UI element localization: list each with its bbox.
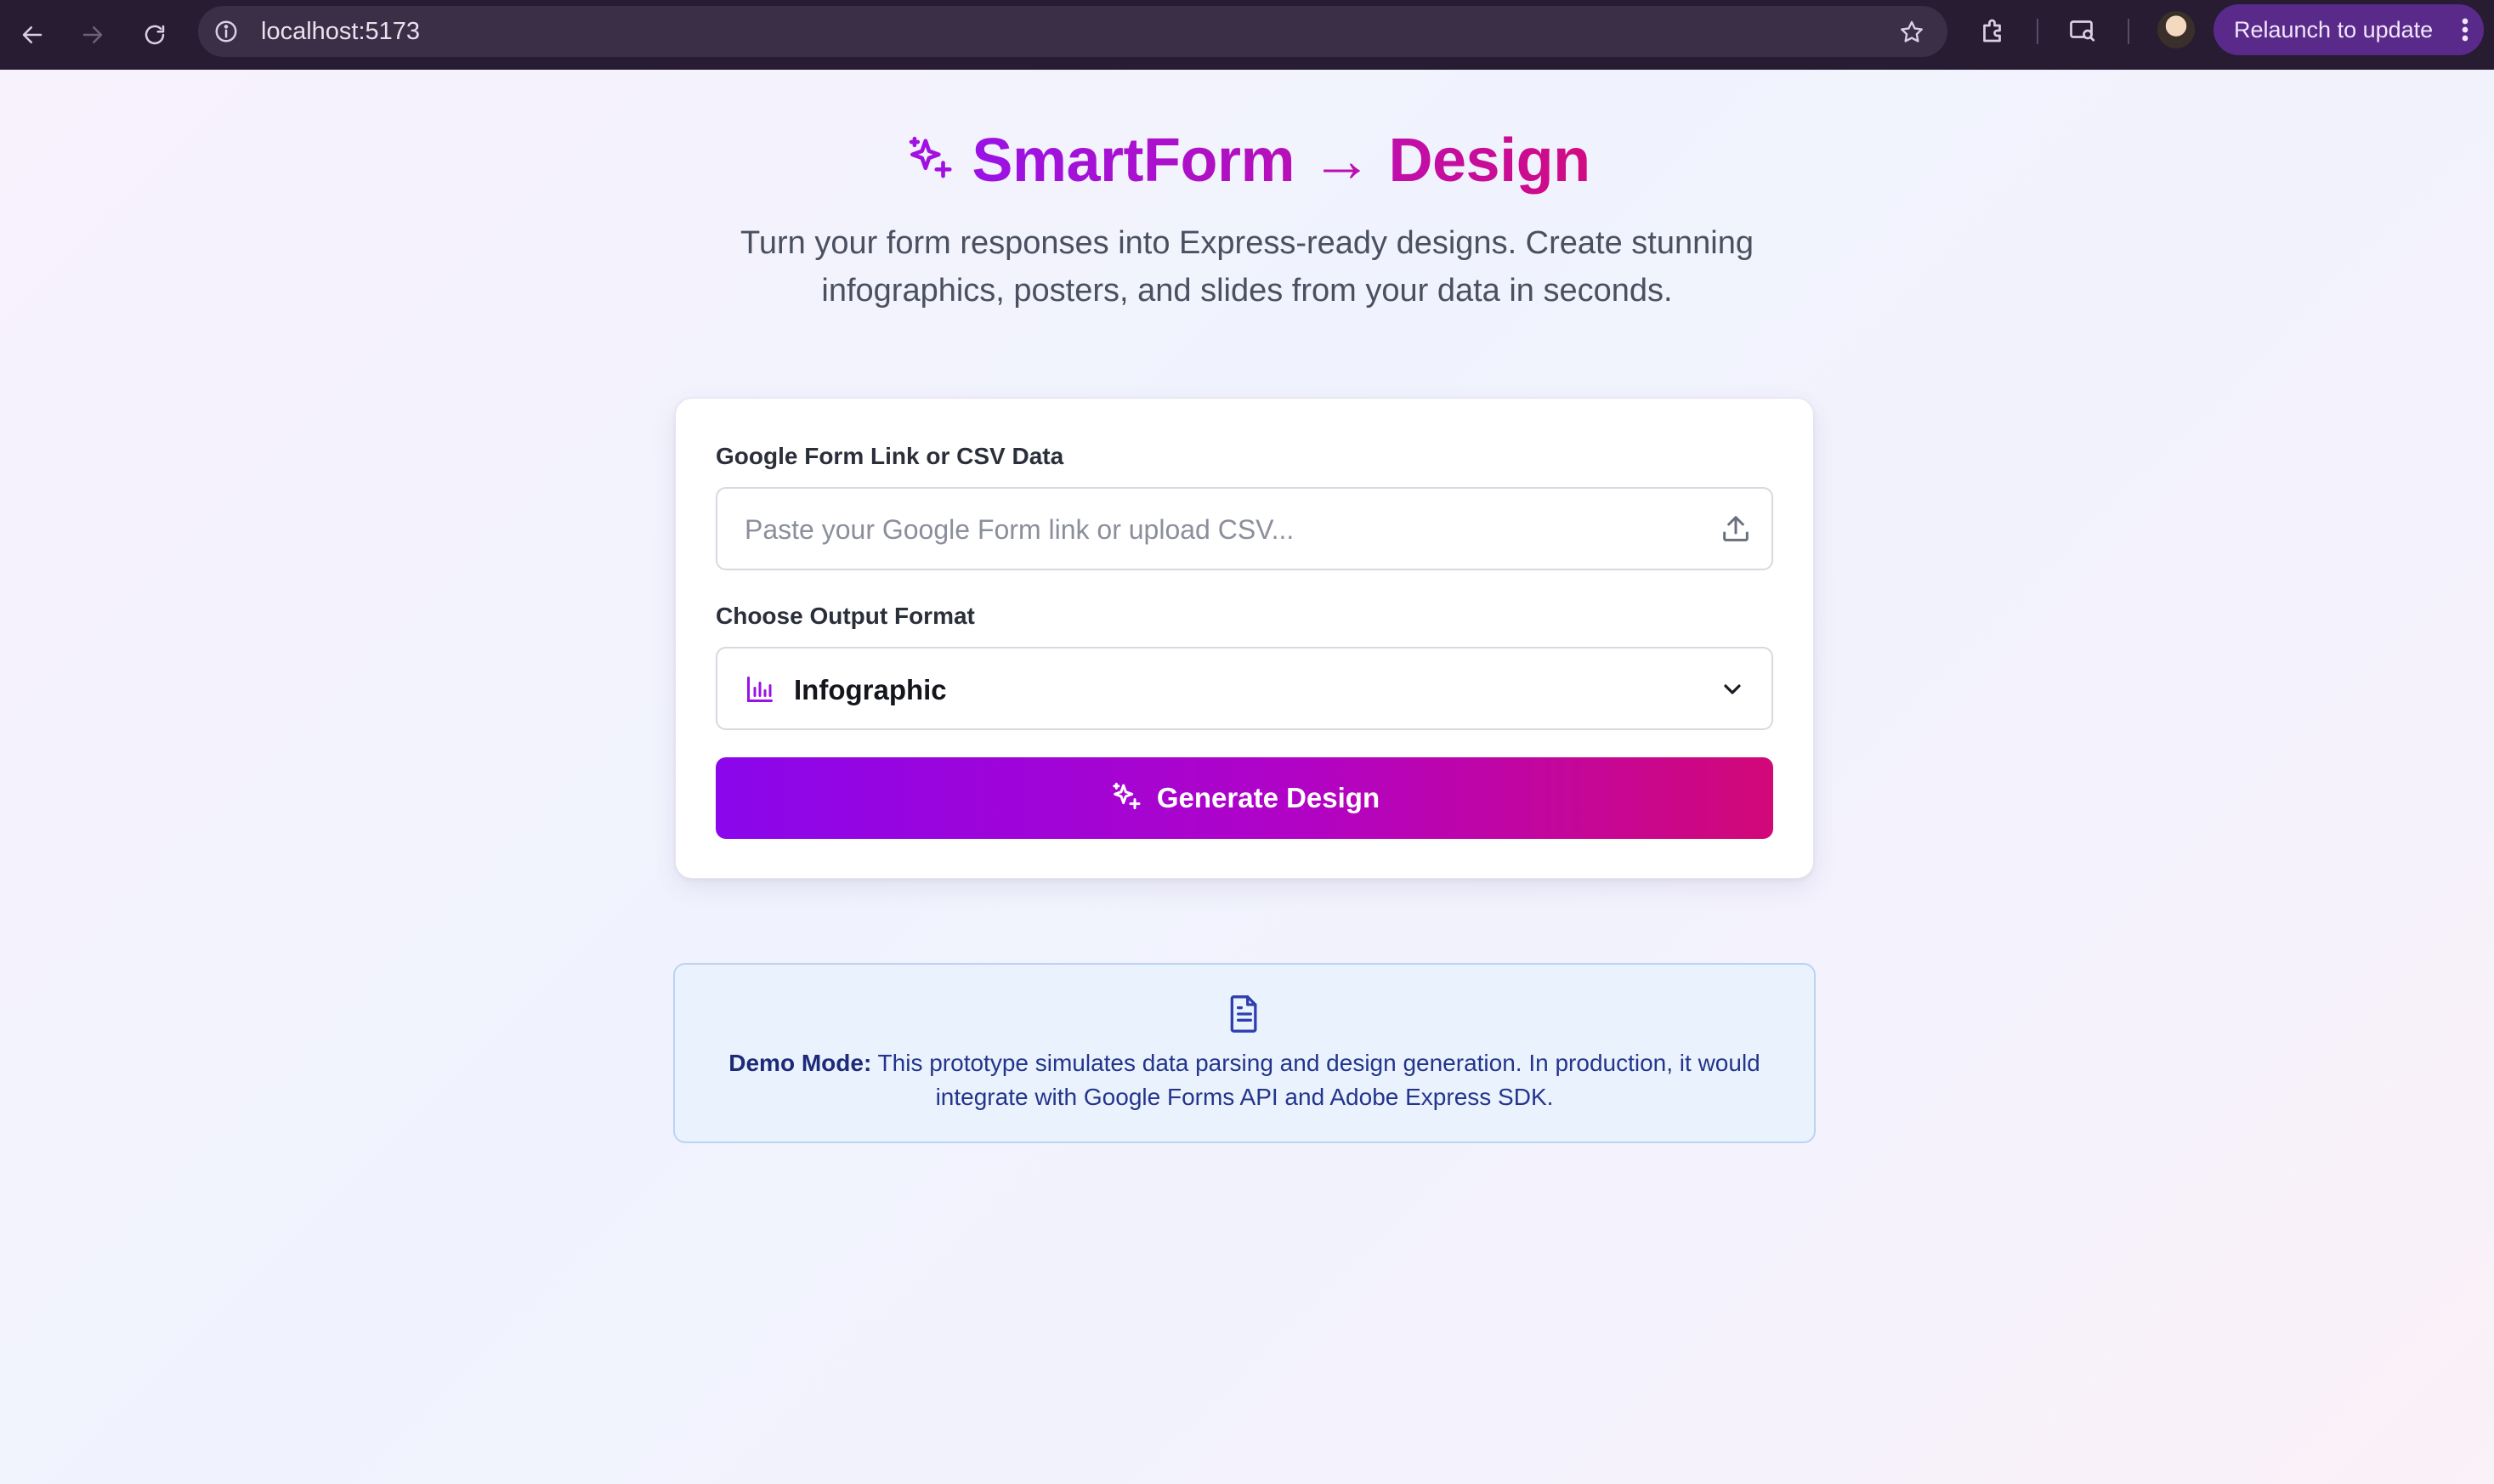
relaunch-button[interactable]: Relaunch to update [2213, 4, 2484, 55]
source-label: Google Form Link or CSV Data [716, 443, 1064, 469]
page-subtitle: Turn your form responses into Express-re… [740, 225, 1754, 309]
form-card: Google Form Link or CSV Data Choose Outp… [675, 398, 1814, 879]
bar-chart-icon [747, 677, 773, 702]
sparkles-icon [910, 136, 952, 178]
more-vert-icon [2462, 18, 2468, 42]
demo-body: This prototype simulates data parsing an… [877, 1050, 1760, 1110]
format-selected-value: Infographic [794, 674, 947, 705]
media-icon[interactable] [2067, 15, 2098, 46]
demo-notice-text: Demo Mode: This prototype simulates data… [700, 1046, 1788, 1114]
profile-avatar[interactable] [2157, 11, 2195, 48]
source-field[interactable] [716, 487, 1773, 570]
generate-design-button[interactable]: Generate Design [716, 757, 1773, 839]
info-icon[interactable] [213, 19, 239, 44]
app-page: SmartForm → Design Turn your form respon… [0, 70, 2494, 1484]
forward-icon [82, 26, 103, 43]
toolbar-divider [2128, 19, 2129, 44]
generate-button-label: Generate Design [1156, 782, 1380, 813]
format-label: Choose Output Format [716, 603, 975, 629]
sparkles-icon [1113, 782, 1141, 810]
back-icon [22, 26, 43, 43]
document-icon [1230, 995, 1257, 1033]
format-select[interactable]: Infographic [716, 647, 1773, 730]
address-bar[interactable]: localhost:5173 [198, 6, 1947, 57]
chevron-down-icon [1724, 684, 1741, 694]
upload-icon[interactable] [1719, 512, 1753, 546]
back-button[interactable] [11, 14, 54, 56]
toolbar-divider [2037, 19, 2038, 44]
demo-mode-notice: Demo Mode: This prototype simulates data… [673, 963, 1816, 1143]
reload-icon [145, 25, 165, 45]
page-title: SmartForm → Design [0, 122, 2494, 199]
source-input[interactable] [717, 489, 1724, 570]
extensions-icon[interactable] [1978, 15, 2009, 46]
demo-heading: Demo Mode: [728, 1050, 872, 1076]
browser-toolbar: localhost:5173 Relaunch to update [0, 0, 2494, 70]
title-text: SmartForm → Design [972, 127, 1590, 195]
address-url[interactable]: localhost:5173 [261, 19, 420, 44]
forward-button[interactable] [71, 14, 114, 56]
star-icon[interactable] [1898, 19, 1925, 46]
reload-button[interactable] [133, 14, 176, 56]
relaunch-label: Relaunch to update [2234, 16, 2434, 42]
